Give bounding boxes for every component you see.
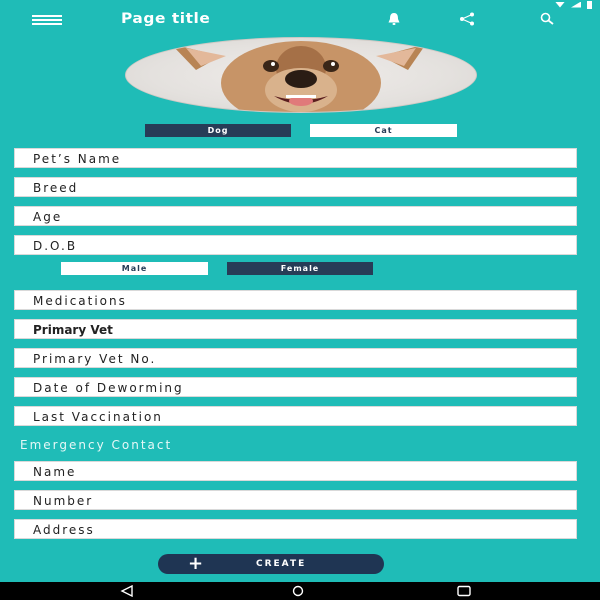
dog-image [171, 41, 426, 112]
emergency-address-field[interactable]: Address [14, 519, 577, 539]
gender-male-button[interactable]: Male [61, 262, 208, 275]
emergency-name-field[interactable]: Name [14, 461, 577, 481]
create-label: CREATE [256, 559, 307, 569]
page-title: Page title [121, 11, 211, 27]
bell-icon[interactable] [386, 12, 402, 26]
navigation-bar [0, 582, 600, 600]
app-bar: Page title [0, 9, 600, 31]
wifi-icon [555, 1, 565, 8]
battery-icon [587, 0, 592, 9]
pet-photo[interactable] [125, 37, 477, 113]
emergency-contact-label: Emergency Contact [20, 438, 173, 452]
pet-type-dog-button[interactable]: Dog [145, 124, 291, 137]
recent-apps-icon[interactable] [456, 585, 472, 597]
pet-type-cat-button[interactable]: Cat [310, 124, 457, 137]
emergency-number-field[interactable]: Number [14, 490, 577, 510]
share-icon[interactable] [458, 12, 476, 26]
search-icon[interactable] [540, 12, 554, 26]
signal-icon [571, 1, 581, 8]
deworming-date-field[interactable]: Date of Deworming [14, 377, 577, 397]
medications-field[interactable]: Medications [14, 290, 577, 310]
primary-vet-field[interactable]: Primary Vet [14, 319, 577, 339]
pet-name-field[interactable]: Pet’s Name [14, 148, 577, 168]
screen: Page title Dog Cat Pet’s Name Breed Age … [0, 0, 600, 600]
status-icons [555, 0, 592, 9]
status-bar [0, 0, 600, 9]
last-vaccination-field[interactable]: Last Vaccination [14, 406, 577, 426]
plus-icon: + [188, 553, 204, 574]
breed-field[interactable]: Breed [14, 177, 577, 197]
menu-icon[interactable] [32, 15, 62, 25]
home-icon[interactable] [292, 585, 304, 597]
primary-vet-number-field[interactable]: Primary Vet No. [14, 348, 577, 368]
age-field[interactable]: Age [14, 206, 577, 226]
dob-field[interactable]: D.O.B [14, 235, 577, 255]
back-icon[interactable] [120, 585, 134, 597]
gender-female-button[interactable]: Female [227, 262, 373, 275]
create-button[interactable]: + CREATE [158, 554, 384, 574]
